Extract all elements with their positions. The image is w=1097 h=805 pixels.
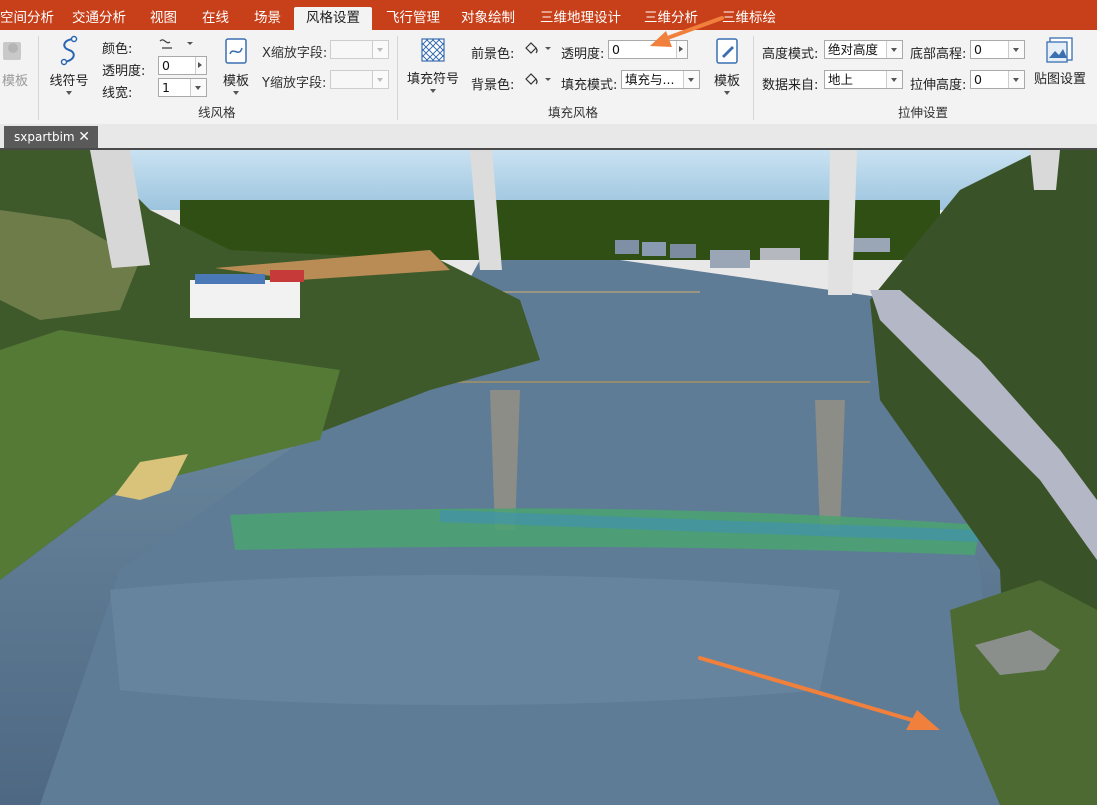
- extrude-height-label: 拉伸高度:: [910, 78, 967, 93]
- group-label-extrude: 拉伸设置: [898, 105, 949, 120]
- texture-settings-button[interactable]: 贴图设置: [1030, 36, 1090, 87]
- paint-bucket-icon: [525, 73, 551, 85]
- left-template-button[interactable]: 模板: [0, 36, 30, 89]
- tab-traffic-analysis[interactable]: 交通分析: [72, 7, 126, 30]
- chevron-down-icon[interactable]: [1008, 71, 1024, 88]
- line-width-select[interactable]: 1: [158, 78, 207, 97]
- water-reflection: [110, 575, 840, 705]
- chevron-down-icon: [233, 91, 239, 98]
- chevron-down-icon: [430, 89, 436, 96]
- document-tab-strip: sxpartbim ✕: [0, 124, 1097, 150]
- background-color-label: 背景色:: [471, 78, 515, 93]
- fill-mode-label: 填充模式:: [561, 78, 618, 93]
- tab-object-drawing[interactable]: 对象绘制: [461, 7, 515, 30]
- chevron-down-icon[interactable]: [886, 71, 902, 88]
- template-icon: [225, 38, 247, 64]
- distant-terrain: [180, 200, 940, 260]
- menu-bar: 空间分析 交通分析 视图 在线 场景 风格设置 飞行管理 对象绘制 三维地理设计…: [0, 0, 1097, 30]
- height-mode-label: 高度模式:: [762, 47, 819, 62]
- chevron-down-icon: [724, 91, 730, 98]
- close-icon[interactable]: ✕: [78, 126, 90, 148]
- fill-symbol-icon: [421, 38, 445, 62]
- document-tab[interactable]: sxpartbim ✕: [4, 126, 98, 148]
- buildings-left-bank: [190, 270, 304, 318]
- height-mode-select[interactable]: 绝对高度: [824, 40, 903, 59]
- bottom-altitude-select[interactable]: 0: [970, 40, 1025, 59]
- tab-3d-plotting[interactable]: 三维标绘: [722, 7, 776, 30]
- tab-flight-management[interactable]: 飞行管理: [386, 7, 440, 30]
- tab-spatial-analysis[interactable]: 空间分析: [0, 7, 54, 30]
- chevron-down-icon[interactable]: [372, 71, 388, 88]
- line-opacity-label: 透明度:: [102, 64, 146, 79]
- annotation-arrow: [650, 16, 724, 47]
- line-opacity-input[interactable]: 0: [158, 56, 207, 75]
- tab-3d-geodesign[interactable]: 三维地理设计: [540, 7, 621, 30]
- foreground-color-picker[interactable]: [522, 41, 552, 61]
- tab-view[interactable]: 视图: [150, 7, 177, 30]
- x-scale-select[interactable]: [330, 40, 389, 59]
- fill-mode-select[interactable]: 填充与...: [621, 70, 700, 89]
- template-icon: [3, 42, 21, 60]
- x-scale-label: X缩放字段:: [262, 46, 328, 61]
- chevron-down-icon[interactable]: [886, 41, 902, 58]
- data-from-label: 数据来自:: [762, 78, 819, 93]
- group-label-line-style: 线风格: [198, 105, 236, 120]
- texture-icon: [1046, 37, 1073, 63]
- line-width-label: 线宽:: [102, 86, 133, 101]
- line-color-label: 颜色:: [102, 42, 133, 57]
- line-symbol-icon: [60, 35, 78, 66]
- bottom-altitude-label: 底部高程:: [910, 47, 967, 62]
- data-from-select[interactable]: 地上: [824, 70, 903, 89]
- fill-opacity-label: 透明度:: [561, 47, 605, 62]
- line-color-picker[interactable]: [156, 36, 196, 56]
- tab-scene[interactable]: 场景: [254, 7, 281, 30]
- chevron-down-icon[interactable]: [683, 71, 699, 88]
- chevron-down-icon: [66, 91, 72, 98]
- line-template-button[interactable]: 模板: [216, 36, 256, 98]
- chevron-down-icon[interactable]: [1008, 41, 1024, 58]
- pillar-reflection: [815, 400, 845, 530]
- tab-online[interactable]: 在线: [202, 7, 229, 30]
- chevron-down-icon[interactable]: [190, 79, 206, 96]
- background-color-picker[interactable]: [522, 72, 552, 92]
- scene-viewport[interactable]: [0, 150, 1097, 805]
- group-label-fill-style: 填充风格: [548, 105, 599, 120]
- paint-bucket-icon: [525, 42, 551, 54]
- fill-symbol-button[interactable]: 填充符号: [404, 36, 462, 96]
- line-color-icon: [159, 39, 193, 49]
- y-scale-select[interactable]: [330, 70, 389, 89]
- line-symbol-button[interactable]: 线符号: [46, 34, 92, 98]
- chevron-down-icon[interactable]: [372, 41, 388, 58]
- extrude-height-select[interactable]: 0: [970, 70, 1025, 89]
- tab-style-settings[interactable]: 风格设置: [294, 7, 372, 30]
- spin-right-icon[interactable]: [195, 57, 206, 74]
- foreground-color-label: 前景色:: [471, 47, 515, 62]
- ribbon: 模板 线符号 颜色: 透明度: 0 线宽: 1 模板 X缩放字段: Y缩放字段:…: [0, 30, 1097, 125]
- y-scale-label: Y缩放字段:: [262, 76, 327, 91]
